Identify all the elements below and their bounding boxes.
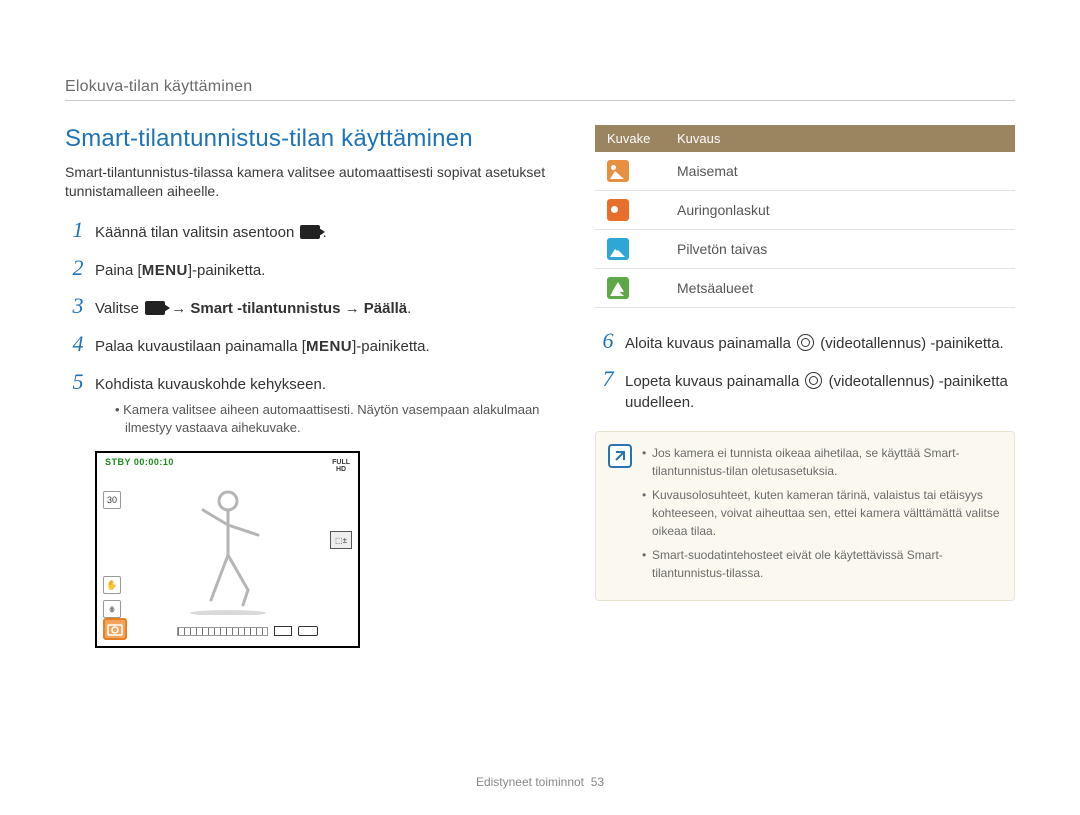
- table-header-desc: Kuvaus: [665, 125, 1015, 152]
- scene-icon: [607, 160, 629, 182]
- record-button-icon: [797, 334, 814, 351]
- section-title: Smart-tilantunnistus-tilan käyttäminen: [65, 125, 555, 153]
- preview-side-icons: 30: [103, 491, 121, 509]
- note-list: Jos kamera ei tunnista oikeaa aihetilaa,…: [642, 444, 1000, 588]
- preview-stabilize-icon: ✋: [103, 576, 121, 594]
- menu-button-label: MENU: [306, 338, 352, 355]
- table-header-icon: Kuvake: [595, 125, 665, 152]
- note-item: Smart-suodatintehosteet eivät ole käytet…: [642, 546, 1000, 582]
- movie-mode-icon: [300, 225, 320, 239]
- scene-icon-cell: [595, 230, 665, 269]
- preview-bottom-bar: [177, 624, 318, 638]
- content-columns: Smart-tilantunnistus-tilan käyttäminen S…: [65, 125, 1015, 648]
- camera-preview: STBY 00:00:10 FULL HD 30 ⬚± ✋ ꙮ: [95, 451, 360, 648]
- table-row: Metsäalueet: [595, 269, 1015, 308]
- step-4: 4 Palaa kuvaustilaan painamalla [MENU]-p…: [65, 333, 555, 357]
- step-text: Palaa kuvaustilaan painamalla [MENU]-pai…: [95, 333, 430, 357]
- preview-side-bottom: ✋ ꙮ: [103, 576, 121, 618]
- preview-battery-icon: [298, 626, 318, 636]
- step-1: 1 Käännä tilan valitsin asentoon .: [65, 219, 555, 243]
- step-number: 3: [65, 295, 91, 317]
- preview-voice-icon: ꙮ: [103, 600, 121, 618]
- scene-icon: [607, 238, 629, 260]
- step-number: 6: [595, 330, 621, 352]
- step-number: 1: [65, 219, 91, 241]
- preview-scene-icon: [103, 618, 127, 640]
- step-text: Valitse → Smart -tilantunnistus → Päällä…: [95, 295, 411, 319]
- step-number: 4: [65, 333, 91, 355]
- scene-icon-cell: [595, 191, 665, 230]
- step-text: Aloita kuvaus painamalla (videotallennus…: [625, 330, 1004, 354]
- steps-list-right: 6 Aloita kuvaus painamalla (videotallenn…: [595, 330, 1015, 413]
- footer-page: 53: [591, 775, 604, 789]
- scene-desc-cell: Metsäalueet: [665, 269, 1015, 308]
- steps-list-left: 1 Käännä tilan valitsin asentoon . 2 Pai…: [65, 219, 555, 437]
- scene-icon: [607, 199, 629, 221]
- scene-icon-cell: [595, 269, 665, 308]
- step-5: 5 Kohdista kuvauskohde kehykseen. Kamera…: [65, 371, 555, 437]
- table-row: Pilvetön taivas: [595, 230, 1015, 269]
- preview-icon: 30: [103, 491, 121, 509]
- preview-card-icon: [274, 626, 292, 636]
- intro-text: Smart-tilantunnistus-tilassa kamera vali…: [65, 163, 555, 201]
- page: Elokuva-tilan käyttäminen Smart-tilantun…: [0, 0, 1080, 648]
- step-number: 2: [65, 257, 91, 279]
- step-number: 5: [65, 371, 91, 393]
- movie-mode-icon: [145, 301, 165, 315]
- scene-icon: [607, 277, 629, 299]
- breadcrumb: Elokuva-tilan käyttäminen: [65, 78, 1015, 101]
- info-icon: [608, 444, 632, 468]
- page-footer: Edistyneet toiminnot 53: [0, 775, 1080, 789]
- step-text: Kohdista kuvauskohde kehykseen. Kamera v…: [95, 371, 555, 437]
- preview-zoom-scale: [177, 627, 268, 636]
- step-text: Käännä tilan valitsin asentoon .: [95, 219, 327, 243]
- step-5-substep: Kamera valitsee aiheen automaattisesti. …: [125, 401, 555, 437]
- step-text: Paina [MENU]-painiketta.: [95, 257, 265, 281]
- step-2: 2 Paina [MENU]-painiketta.: [65, 257, 555, 281]
- table-row: Auringonlaskut: [595, 191, 1015, 230]
- record-button-icon: [805, 372, 822, 389]
- note-item: Kuvausolosuhteet, kuten kameran tärinä, …: [642, 486, 1000, 540]
- step-3: 3 Valitse → Smart -tilantunnistus → Pääl…: [65, 295, 555, 319]
- footer-section: Edistyneet toiminnot: [476, 775, 584, 789]
- step-6: 6 Aloita kuvaus painamalla (videotallenn…: [595, 330, 1015, 354]
- preview-resolution: FULL HD: [332, 459, 350, 473]
- scene-desc-cell: Pilvetön taivas: [665, 230, 1015, 269]
- note-item: Jos kamera ei tunnista oikeaa aihetilaa,…: [642, 444, 1000, 480]
- preview-silhouette: [173, 485, 283, 615]
- menu-button-label: MENU: [142, 262, 188, 279]
- step-number: 7: [595, 368, 621, 390]
- scene-desc-cell: Auringonlaskut: [665, 191, 1015, 230]
- preview-ev-icon: ⬚±: [330, 531, 352, 549]
- step-text: Lopeta kuvaus painamalla (videotallennus…: [625, 368, 1015, 413]
- table-row: Maisemat: [595, 152, 1015, 191]
- step-7: 7 Lopeta kuvaus painamalla (videotallenn…: [595, 368, 1015, 413]
- preview-status: STBY 00:00:10: [105, 457, 174, 467]
- note-box: Jos kamera ei tunnista oikeaa aihetilaa,…: [595, 431, 1015, 601]
- scene-icon-cell: [595, 152, 665, 191]
- column-left: Smart-tilantunnistus-tilan käyttäminen S…: [65, 125, 555, 648]
- column-right: Kuvake Kuvaus MaisematAuringonlaskutPilv…: [595, 125, 1015, 648]
- scene-icon-table: Kuvake Kuvaus MaisematAuringonlaskutPilv…: [595, 125, 1015, 308]
- scene-desc-cell: Maisemat: [665, 152, 1015, 191]
